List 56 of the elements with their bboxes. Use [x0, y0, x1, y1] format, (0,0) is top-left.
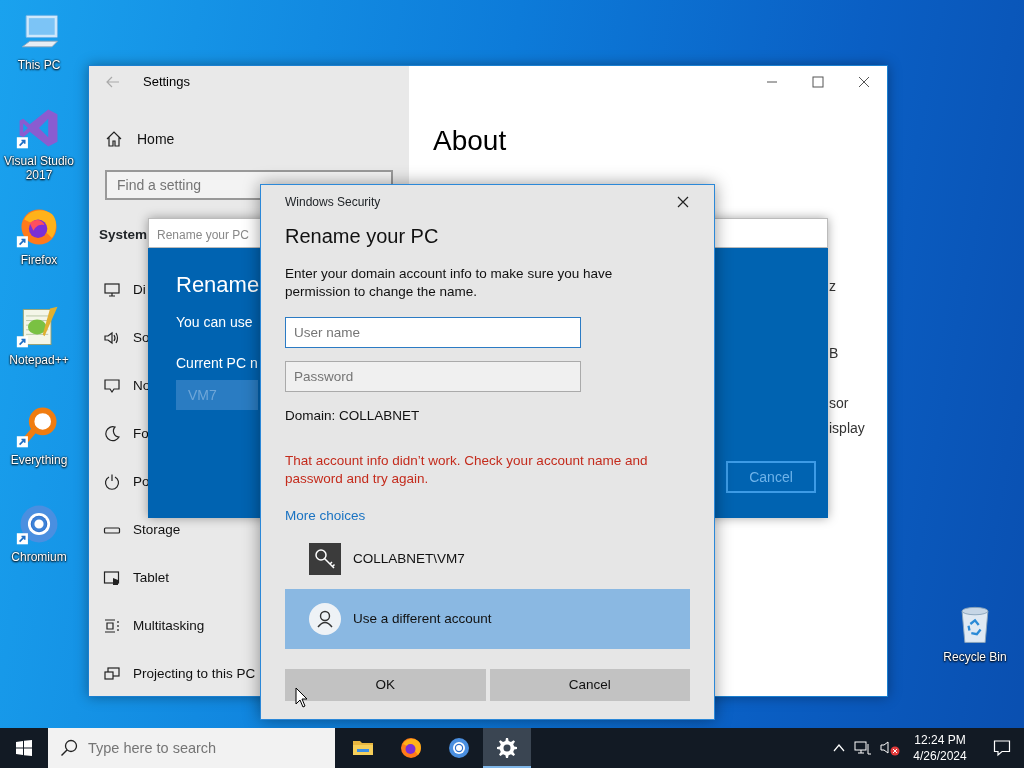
- user-icon: [309, 603, 341, 636]
- password-field[interactable]: Password: [285, 361, 581, 392]
- fox-icon: [400, 737, 422, 759]
- home-icon: [105, 130, 123, 148]
- message-icon: [103, 377, 121, 395]
- taskbar-search-field[interactable]: Type here to search: [48, 728, 335, 768]
- notification-icon[interactable]: [993, 739, 1011, 757]
- cursor-icon: [295, 687, 309, 708]
- close-icon[interactable]: [856, 74, 872, 90]
- error-message: That account info didn’t work. Check your account name and password and try again.: [285, 452, 649, 489]
- account-option[interactable]: Use a different account: [285, 589, 690, 650]
- ok-button[interactable]: OK: [285, 669, 486, 702]
- taskbar-button[interactable]: [483, 728, 531, 768]
- account-option[interactable]: COLLABNET\VM7: [285, 529, 690, 590]
- text-fragment: B: [829, 344, 839, 363]
- window-title: Settings: [143, 73, 190, 92]
- power-icon: [103, 473, 121, 491]
- monitor-icon: [103, 281, 121, 299]
- domain-label: Domain: COLLABNET: [285, 407, 421, 425]
- moon-icon: [103, 425, 121, 443]
- speaker-icon: [103, 329, 121, 347]
- text-fragment: z: [829, 277, 836, 296]
- nav-item[interactable]: Storage: [133, 519, 181, 541]
- nav-item[interactable]: Tablet: [133, 567, 170, 589]
- more-choices-link[interactable]: More choices: [285, 506, 366, 527]
- text-fragment: sor: [829, 394, 849, 413]
- field-label: Current PC n: [176, 354, 258, 373]
- start-icon[interactable]: [16, 740, 32, 756]
- page-title: About: [432, 124, 508, 158]
- cancel-button[interactable]: Cancel: [489, 669, 690, 702]
- muted-speaker-icon[interactable]: [880, 740, 900, 756]
- home-link[interactable]: Home: [137, 128, 175, 150]
- nav-item[interactable]: Multitasking: [133, 615, 205, 637]
- dialog-title: Rename your PC: [285, 224, 440, 249]
- dialog-text: You can use: [176, 313, 253, 332]
- projector-icon: [103, 665, 121, 683]
- network-icon[interactable]: [854, 740, 872, 756]
- username-field[interactable]: User name: [285, 317, 581, 348]
- browser-icon: [448, 737, 470, 759]
- search-icon: [60, 739, 78, 757]
- name-field: VM7: [176, 380, 258, 410]
- nav-item[interactable]: Di: [133, 279, 146, 301]
- dialog-message: Enter your domain account info to make sure you have permission to change the name.: [285, 265, 614, 301]
- nav-item[interactable]: Projecting to this PC: [133, 663, 256, 685]
- clock-date[interactable]: 4/26/2024: [908, 748, 972, 764]
- nav-item[interactable]: Fo: [133, 423, 149, 445]
- icon-label[interactable]: Recycle Bin: [943, 650, 1007, 664]
- close-icon[interactable]: [676, 195, 690, 209]
- dialog-heading: Rename: [176, 271, 260, 299]
- clock-time[interactable]: 12:24 PM: [908, 732, 972, 748]
- section-heading: System: [99, 227, 148, 242]
- key-icon: [309, 543, 341, 576]
- tablet-icon: [103, 569, 121, 587]
- text-fragment: isplay: [829, 419, 865, 438]
- settings-icon: [496, 737, 518, 759]
- multitasking-icon: [103, 617, 121, 635]
